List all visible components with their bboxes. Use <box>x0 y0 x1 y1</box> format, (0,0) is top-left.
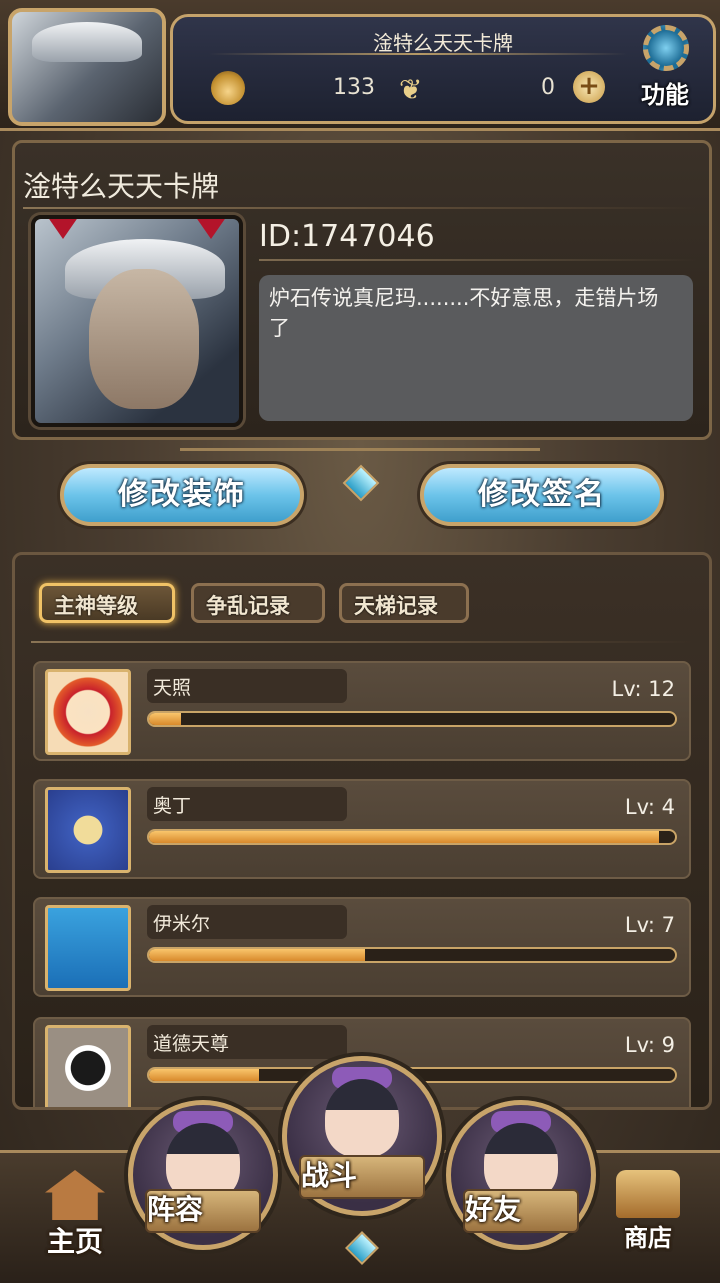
nav-shop-button[interactable]: 商店 <box>600 1170 696 1260</box>
god-level-panel: 主神等级 争乱记录 天梯记录 天照 Lv: 12 奥丁 Lv: 4 伊米尔 Lv… <box>12 552 712 1110</box>
god-level: Lv: 9 <box>624 1033 675 1057</box>
resource-panel: 淦特么天天卡牌 133 ❦ 0 + 功能 <box>170 14 716 124</box>
ornament-gem-icon <box>342 464 380 502</box>
god-name: 奥丁 <box>153 795 192 817</box>
treasure-chest-icon <box>616 1170 680 1218</box>
sun-icon <box>45 669 131 755</box>
ornament-line-right <box>360 448 540 451</box>
avatar-hair <box>32 22 142 62</box>
edit-signature-label: 修改签名 <box>478 477 606 512</box>
edit-decoration-label: 修改装饰 <box>118 477 246 512</box>
god-name-box: 天照 <box>147 669 347 703</box>
nav-team-label: 阵容 <box>147 1193 204 1226</box>
frame-ear-right <box>193 219 229 239</box>
xp-bar <box>147 711 677 727</box>
header-divider <box>209 53 627 55</box>
god-name: 天照 <box>153 677 192 699</box>
nav-battle-button[interactable]: 战斗 <box>282 1056 442 1216</box>
god-row-ymir[interactable]: 伊米尔 Lv: 7 <box>33 897 691 997</box>
nav-team-scroll: 阵容 <box>145 1189 261 1233</box>
player-avatar[interactable] <box>8 8 166 126</box>
nav-team-button[interactable]: 阵容 <box>128 1100 278 1250</box>
odin-wings-icon <box>45 787 131 873</box>
xp-fill <box>149 713 181 725</box>
god-row-amaterasu[interactable]: 天照 Lv: 12 <box>33 661 691 761</box>
god-name: 伊米尔 <box>153 913 211 935</box>
nav-home-label: 主页 <box>46 1225 103 1258</box>
profile-divider <box>23 207 697 209</box>
player-id: ID:1747046 <box>259 219 435 254</box>
xp-bar <box>147 947 677 963</box>
nav-battle-scroll: 战斗 <box>299 1155 425 1199</box>
ornament-line-left <box>180 448 360 451</box>
xp-fill <box>149 949 365 961</box>
god-name: 道德天尊 <box>153 1033 230 1055</box>
butterfly-icon: ❦ <box>399 73 423 106</box>
gem-count: 0 <box>541 75 555 100</box>
tab-chaos-record[interactable]: 争乱记录 <box>191 583 325 623</box>
edit-decoration-button[interactable]: 修改装饰 <box>60 464 304 526</box>
signature-text: 炉石传说真尼玛........不好意思，走错片场了 <box>269 286 659 340</box>
nav-friends-label: 好友 <box>465 1193 522 1226</box>
xp-fill <box>149 831 660 843</box>
add-currency-button[interactable]: + <box>573 71 605 103</box>
portrait-face <box>89 269 199 409</box>
flame-currency-icon <box>211 71 245 105</box>
god-level: Lv: 7 <box>624 913 675 937</box>
nav-home-button[interactable]: 主页 <box>30 1170 120 1260</box>
xp-fill <box>149 1069 260 1081</box>
id-divider <box>259 259 697 261</box>
god-name-box: 奥丁 <box>147 787 347 821</box>
ymir-ice-icon <box>45 905 131 991</box>
tabs-divider <box>31 641 693 643</box>
god-row-odin[interactable]: 奥丁 Lv: 4 <box>33 779 691 879</box>
tab-ladder-record[interactable]: 天梯记录 <box>339 583 469 623</box>
house-icon <box>45 1170 105 1220</box>
nav-shop-label: 商店 <box>624 1224 672 1252</box>
god-name-box: 道德天尊 <box>147 1025 347 1059</box>
frame-ear-left <box>45 219 81 239</box>
chibi-character-icon <box>325 1079 399 1157</box>
profile-portrait[interactable] <box>31 215 243 427</box>
function-button[interactable]: 功能 <box>629 25 701 115</box>
yin-yang-icon <box>45 1025 131 1107</box>
profile-card: 淦特么天天卡牌 ID:1747046 炉石传说真尼玛........不好意思，走… <box>12 140 712 440</box>
nav-friends-button[interactable]: 好友 <box>446 1100 596 1250</box>
top-bar: 淦特么天天卡牌 133 ❦ 0 + 功能 <box>0 0 720 131</box>
profile-name: 淦特么天天卡牌 <box>23 170 220 203</box>
gold-count: 133 <box>333 75 375 100</box>
god-level: Lv: 12 <box>611 677 675 701</box>
signature-box: 炉石传说真尼玛........不好意思，走错片场了 <box>259 275 693 421</box>
xp-bar <box>147 829 677 845</box>
god-name-box: 伊米尔 <box>147 905 347 939</box>
edit-signature-button[interactable]: 修改签名 <box>420 464 664 526</box>
resource-row: 133 ❦ 0 + <box>193 67 613 107</box>
god-level: Lv: 4 <box>624 795 675 819</box>
tab-god-level[interactable]: 主神等级 <box>39 583 175 623</box>
nav-friends-scroll: 好友 <box>463 1189 579 1233</box>
nav-battle-label: 战斗 <box>301 1159 358 1192</box>
gear-icon <box>643 25 689 71</box>
function-label: 功能 <box>641 81 689 109</box>
